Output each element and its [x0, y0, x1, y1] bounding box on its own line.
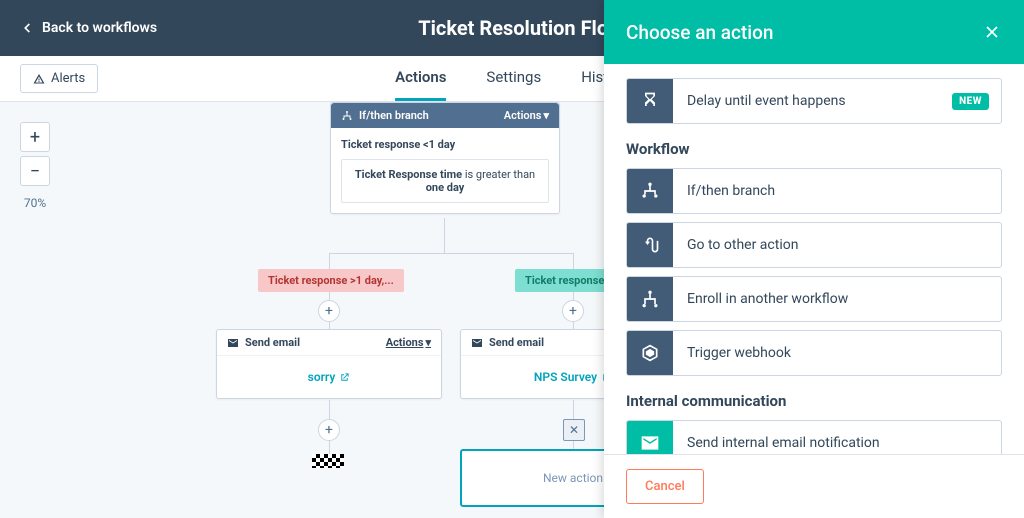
branch-subtitle: Ticket response <1 day: [341, 138, 549, 151]
cancel-button[interactable]: Cancel: [626, 469, 704, 504]
action-enroll-workflow[interactable]: Enroll in another workflow: [626, 276, 1002, 322]
send-email-card-left[interactable]: Send email Actions ▾ sorry: [216, 329, 442, 399]
email-head-label: Send email: [245, 336, 300, 349]
zoom-level: 70%: [24, 196, 46, 210]
section-internal-comm: Internal communication: [626, 392, 1002, 410]
action-if-then-branch[interactable]: If/then branch: [626, 168, 1002, 214]
webhook-icon: [640, 343, 660, 363]
branch-pill-green[interactable]: Ticket response: [515, 269, 614, 292]
panel-title: Choose an action: [626, 21, 773, 44]
choose-action-panel: Choose an action Delay until event happe…: [604, 0, 1024, 518]
chevron-down-icon: ▾: [543, 109, 549, 122]
zoom-out-button[interactable]: −: [20, 156, 50, 186]
action-go-to-other[interactable]: Go to other action: [626, 222, 1002, 268]
external-link-icon: [339, 372, 350, 383]
action-delay-until-event[interactable]: Delay until event happens NEW: [626, 78, 1002, 124]
action-label: Go to other action: [673, 237, 1001, 253]
branch-icon: [341, 110, 353, 122]
alerts-label: Alerts: [51, 71, 85, 86]
branch-condition: Ticket Response time is greater than one…: [341, 159, 549, 203]
chevron-down-icon: ▾: [425, 336, 431, 349]
section-workflow: Workflow: [626, 140, 1002, 158]
branch-pill-red[interactable]: Ticket response >1 day,...: [258, 269, 404, 292]
tab-actions[interactable]: Actions: [395, 56, 446, 101]
action-label: Send internal email notification: [673, 435, 1001, 451]
add-action-button[interactable]: +: [318, 300, 340, 322]
enroll-icon: [640, 289, 660, 309]
action-trigger-webhook[interactable]: Trigger webhook: [626, 330, 1002, 376]
branch-type-label: If/then branch: [359, 109, 429, 122]
goto-icon: [640, 235, 660, 255]
close-icon[interactable]: [982, 22, 1002, 42]
action-internal-email[interactable]: Send internal email notification: [626, 420, 1002, 454]
action-label: Enroll in another workflow: [673, 291, 1001, 307]
alerts-button[interactable]: Alerts: [20, 64, 98, 93]
if-then-branch-card[interactable]: If/then branch Actions ▾ Ticket response…: [330, 102, 560, 214]
email-actions-menu[interactable]: Actions ▾: [386, 336, 431, 349]
email-template-link[interactable]: sorry: [308, 370, 336, 384]
add-action-button[interactable]: +: [562, 300, 584, 322]
zoom-in-button[interactable]: +: [20, 122, 50, 152]
mail-icon: [471, 337, 483, 349]
chevron-left-icon: [20, 21, 34, 35]
hourglass-icon: [640, 91, 660, 111]
action-label: Delay until event happens: [673, 93, 952, 109]
delete-action-button[interactable]: ✕: [563, 419, 585, 441]
email-head-label: Send email: [489, 336, 544, 349]
new-badge: NEW: [952, 93, 989, 110]
workflow-end-marker: [312, 454, 344, 468]
action-label: If/then branch: [673, 183, 1001, 199]
email-template-link[interactable]: NPS Survey: [534, 370, 597, 384]
add-action-button[interactable]: +: [318, 419, 340, 441]
branch-actions-menu[interactable]: Actions ▾: [504, 109, 549, 122]
mail-icon: [640, 433, 660, 453]
alert-icon: [33, 73, 45, 85]
branch-icon: [640, 181, 660, 201]
mail-icon: [227, 337, 239, 349]
tab-settings[interactable]: Settings: [486, 56, 541, 101]
action-label: Trigger webhook: [673, 345, 1001, 361]
